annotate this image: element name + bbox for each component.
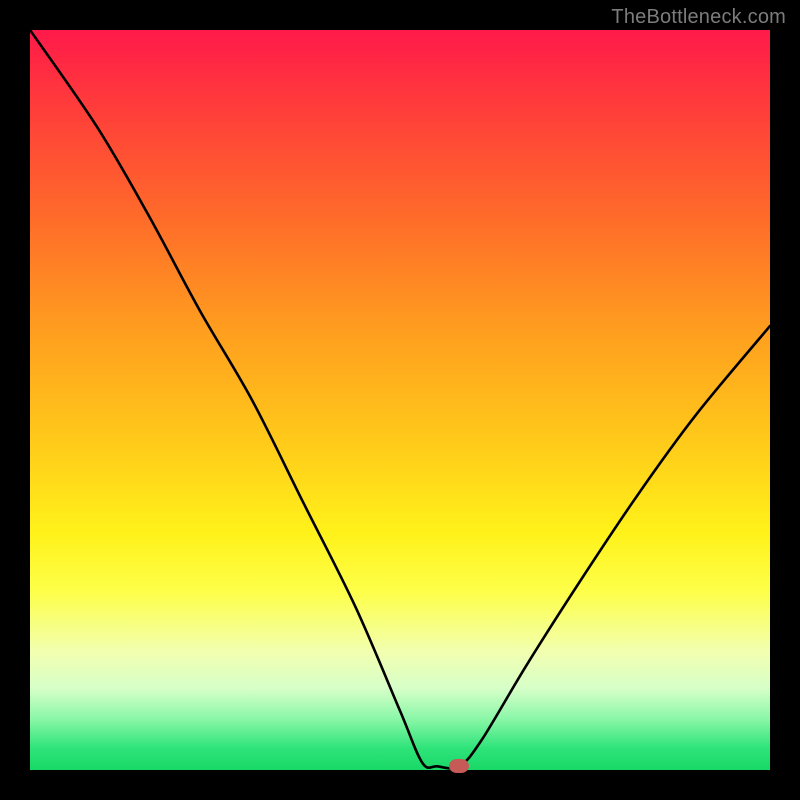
minimum-marker: [449, 759, 469, 773]
attribution-text: TheBottleneck.com: [611, 6, 786, 29]
bottleneck-curve: [30, 30, 770, 770]
chart-plot-area: [30, 30, 770, 770]
chart-stage: TheBottleneck.com: [0, 0, 800, 800]
